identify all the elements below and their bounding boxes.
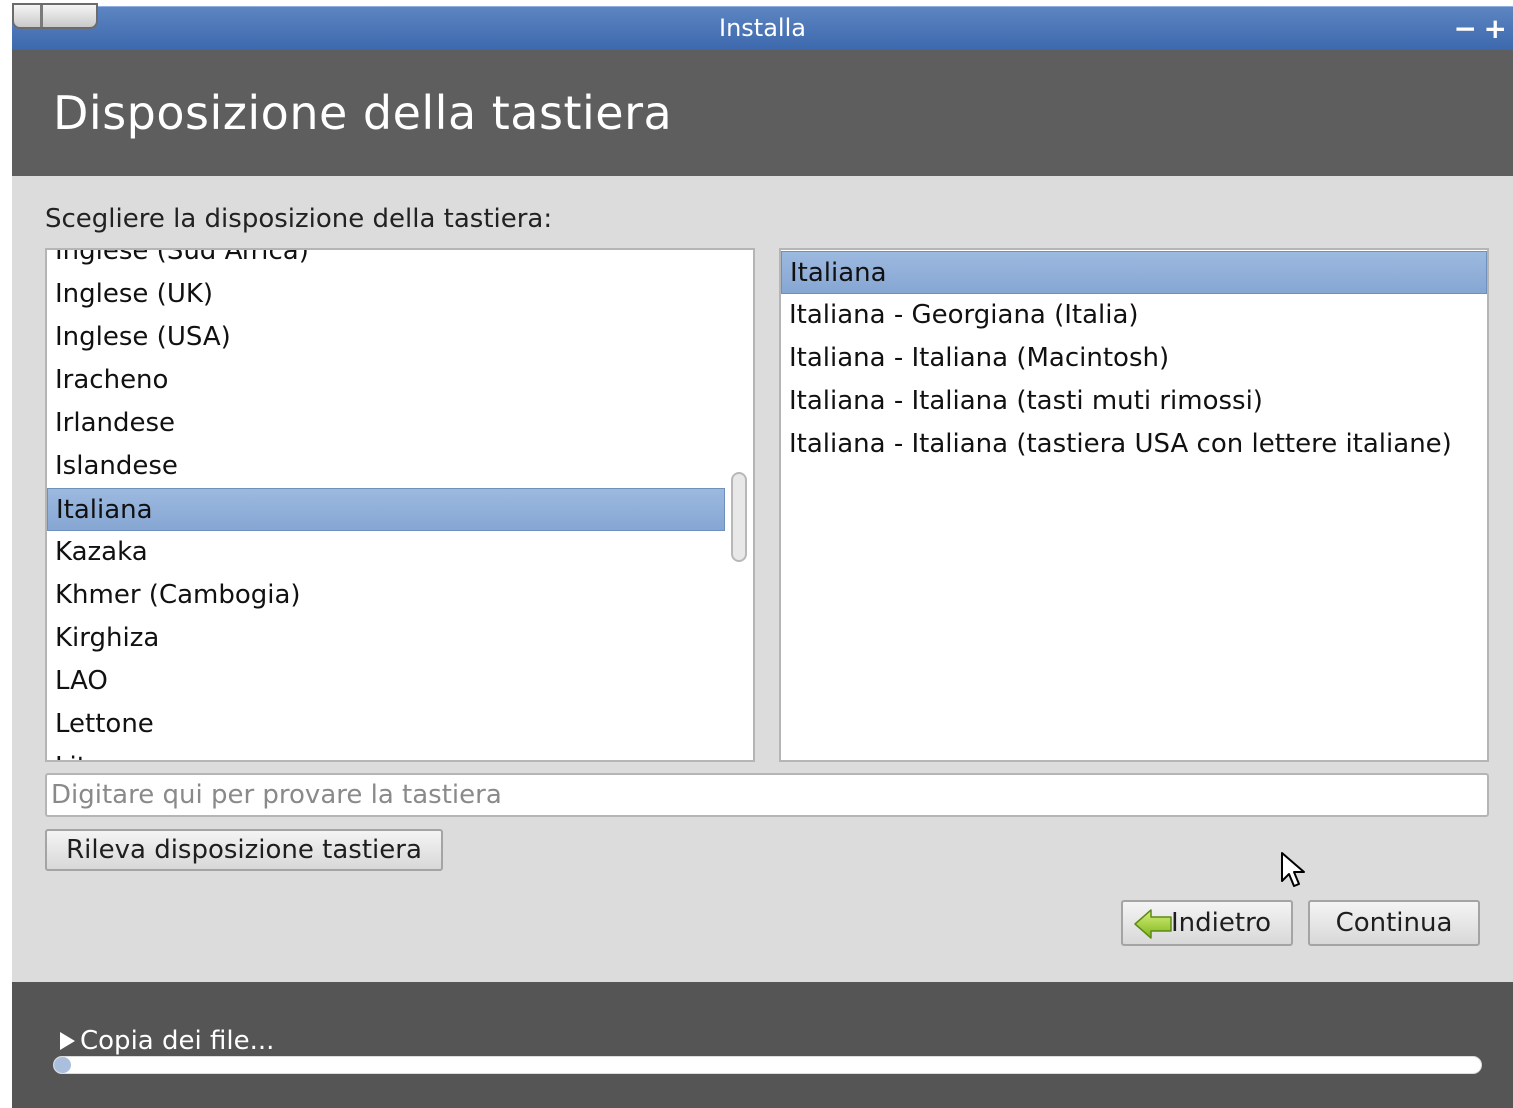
window-title: Installa — [719, 14, 806, 42]
keyboard-variant-list[interactable]: Italiana Italiana - Georgiana (Italia) Ita… — [779, 248, 1489, 762]
keyboard-layout-list[interactable]: Inglese (Sud Africa) Inglese (UK) Inglese … — [45, 248, 755, 762]
progress-footer: Copia dei file... — [12, 982, 1513, 1108]
back-button[interactable]: Indietro — [1121, 900, 1293, 946]
layout-list-item[interactable]: Iracheno — [47, 359, 725, 402]
expander-triangle-icon — [60, 1032, 75, 1050]
variant-list-item[interactable]: Italiana - Georgiana (Italia) — [781, 294, 1487, 337]
layout-list-item[interactable]: Kazaka — [47, 531, 725, 574]
layout-items: Inglese (Sud Africa) Inglese (UK) Inglese … — [47, 250, 725, 760]
minimize-button[interactable]: − — [1454, 15, 1477, 43]
variant-items: Italiana Italiana - Georgiana (Italia) Ita… — [781, 251, 1487, 466]
progress-bar — [53, 1056, 1482, 1074]
detect-layout-button[interactable]: Rileva disposizione tastiera — [45, 829, 443, 871]
variant-list-item[interactable]: Italiana — [781, 251, 1487, 294]
back-button-label: Indietro — [1171, 908, 1272, 938]
title-bar[interactable]: Installa − + — [12, 3, 1513, 50]
keyboard-test-input[interactable] — [45, 773, 1489, 817]
progress-bar-fill — [54, 1057, 72, 1073]
layout-list-item[interactable]: Irlandese — [47, 402, 725, 445]
variant-list-item[interactable]: Italiana - Italiana (tastiera USA con le… — [781, 423, 1487, 466]
progress-label: Copia dei file... — [80, 1026, 275, 1056]
variant-list-item[interactable]: Italiana - Italiana (Macintosh) — [781, 337, 1487, 380]
installer-window: Installa − + Disposizione della tastiera… — [12, 3, 1513, 1108]
layout-prompt: Scegliere la disposizione della tastiera… — [45, 204, 553, 234]
scrollbar-thumb[interactable] — [731, 472, 747, 562]
layout-list-item[interactable]: Kirghiza — [47, 617, 725, 660]
layout-list-item[interactable]: Inglese (UK) — [47, 273, 725, 316]
layout-list-item[interactable]: Khmer (Cambogia) — [47, 574, 725, 617]
maximize-button[interactable]: + — [1484, 15, 1507, 43]
layout-list-item[interactable]: LAO — [47, 660, 725, 703]
variant-list-item[interactable]: Italiana - Italiana (tasti muti rimossi) — [781, 380, 1487, 423]
layout-list-item[interactable]: Inglese (USA) — [47, 316, 725, 359]
layout-list-item[interactable]: Islandese — [47, 445, 725, 488]
progress-expander[interactable]: Copia dei file... — [60, 1026, 274, 1056]
layout-list-item[interactable]: Lituana — [47, 746, 725, 760]
layout-list-item[interactable]: Inglese (Sud Africa) — [47, 250, 725, 273]
page-title: Disposizione della tastiera — [53, 86, 673, 140]
layout-list-item[interactable]: Lettone — [47, 703, 725, 746]
page-header: Disposizione della tastiera — [12, 50, 1513, 176]
layout-list-item[interactable]: Italiana — [47, 488, 725, 531]
continue-button[interactable]: Continua — [1308, 900, 1480, 946]
mouse-cursor-icon — [1281, 852, 1305, 887]
back-arrow-icon — [1134, 909, 1172, 939]
